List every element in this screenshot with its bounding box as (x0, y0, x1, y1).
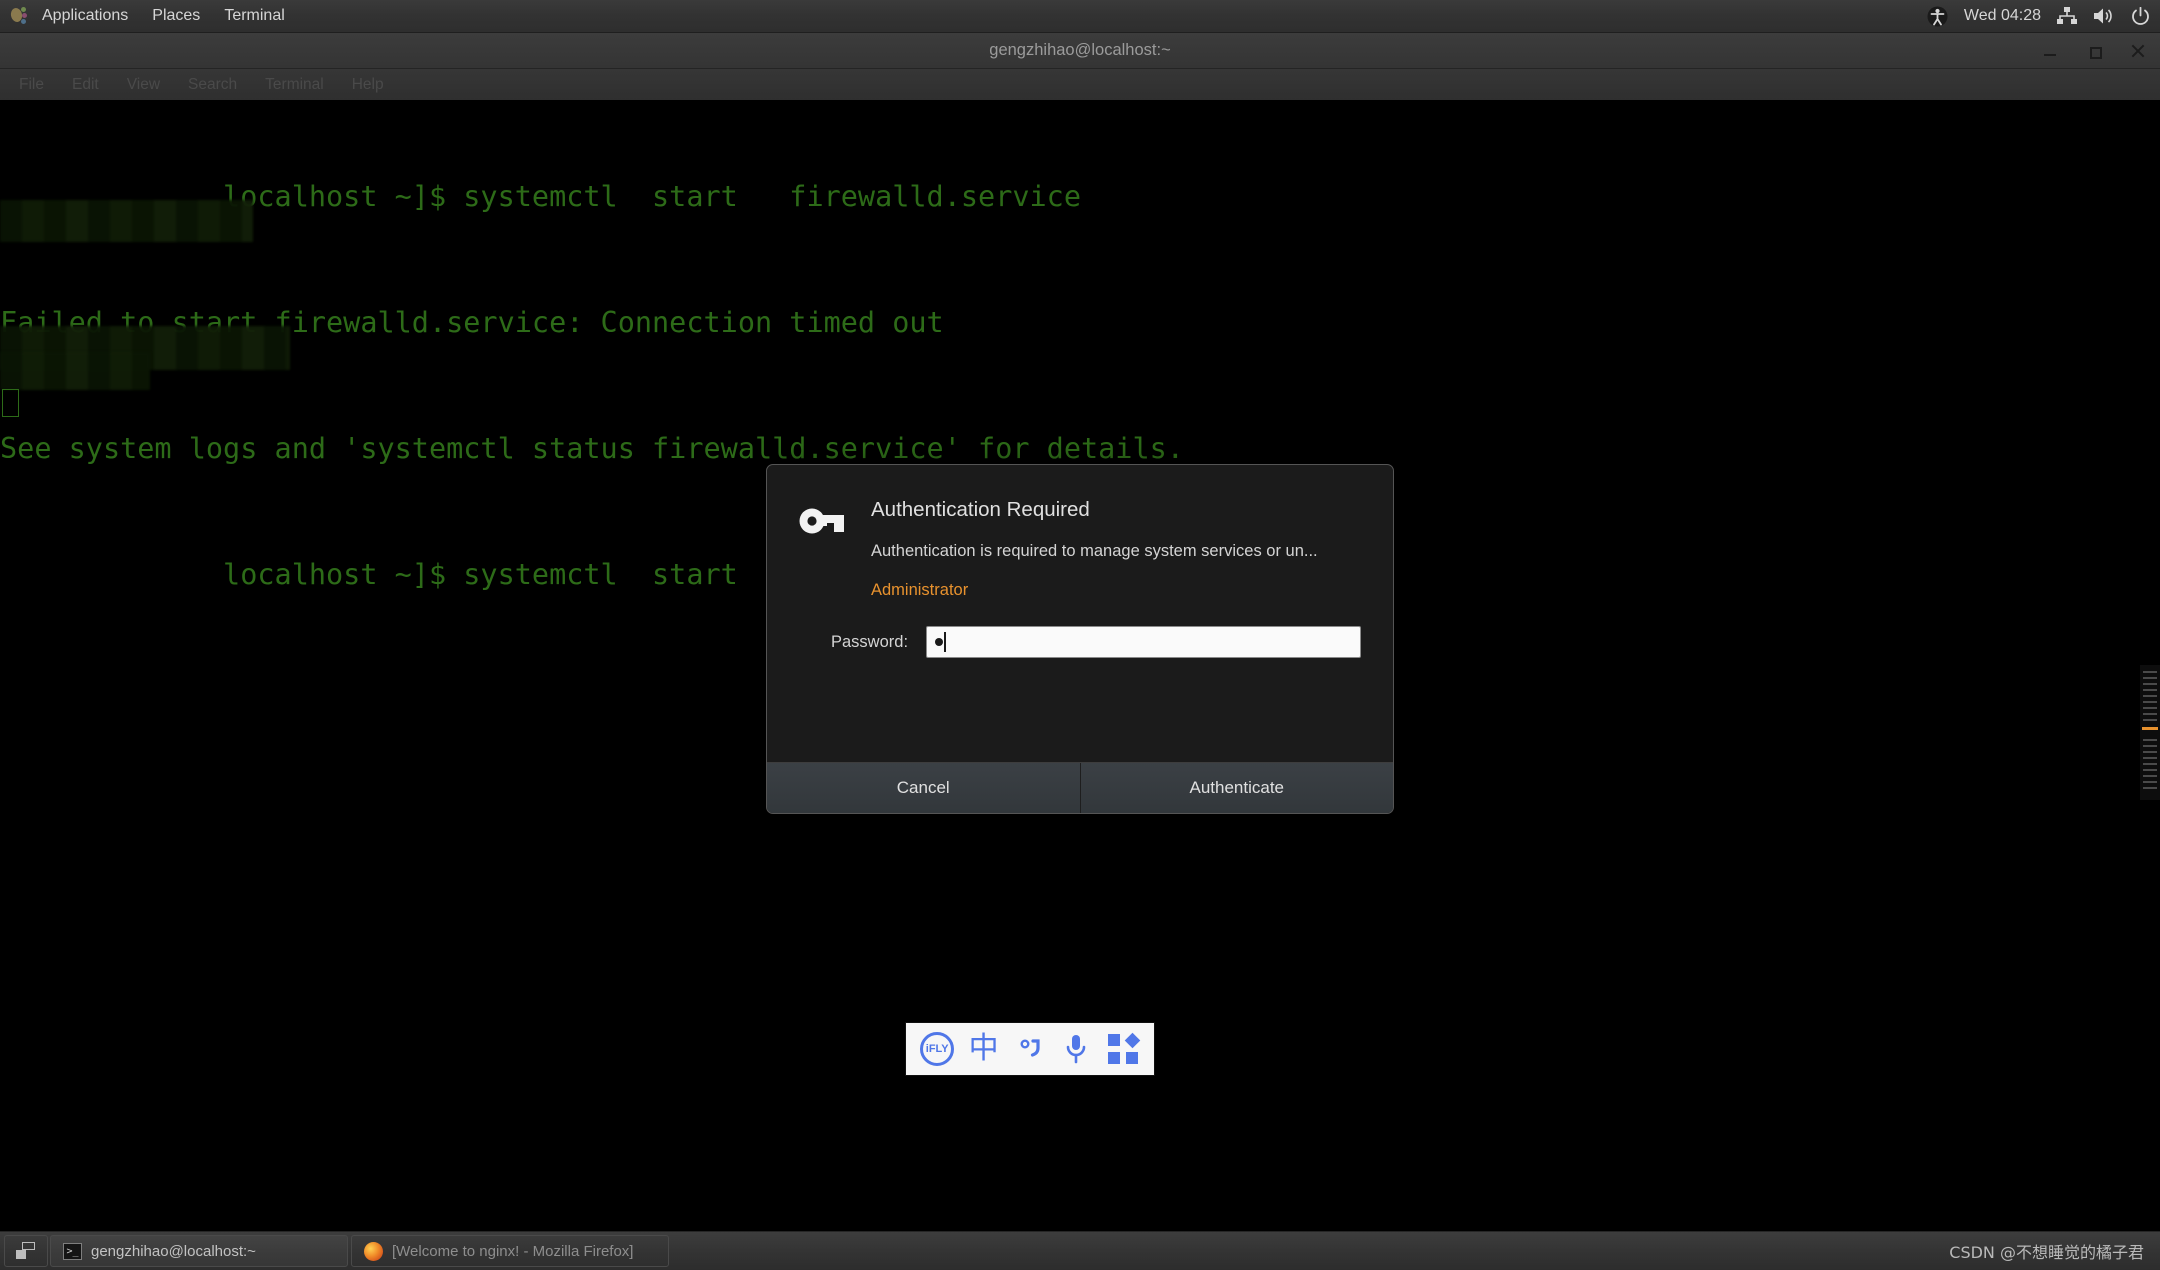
top-panel: Applications Places Terminal Wed 04:28 (0, 0, 2160, 33)
terminal-icon: >_ (63, 1242, 82, 1260)
terminal-titlebar[interactable]: gengzhihao@localhost:~ (0, 33, 2160, 69)
dialog-content: Authentication Required Authentication i… (767, 465, 1393, 748)
close-button[interactable] (2130, 43, 2146, 59)
volume-icon[interactable] (2093, 7, 2115, 25)
taskbar: >_ gengzhihao@localhost:~ [Welcome to ng… (0, 1231, 2160, 1270)
authentication-dialog: Authentication Required Authentication i… (766, 464, 1394, 814)
menu-places[interactable]: Places (140, 0, 212, 32)
taskbar-item-label: [Welcome to nginx! - Mozilla Firefox] (392, 1242, 634, 1260)
text-caret (944, 632, 946, 652)
desktop-screen: Applications Places Terminal Wed 04:28 g… (0, 0, 2160, 1270)
firefox-icon (364, 1241, 383, 1261)
redacted-username-block (0, 200, 253, 242)
gnome-foot-icon (8, 5, 28, 27)
power-icon[interactable] (2131, 6, 2150, 26)
menu-search[interactable]: Search (174, 76, 251, 94)
redacted-username-block (0, 352, 150, 390)
menu-help[interactable]: Help (338, 76, 398, 94)
taskbar-item-firefox[interactable]: [Welcome to nginx! - Mozilla Firefox] (351, 1235, 669, 1267)
key-icon (799, 503, 845, 539)
menu-view[interactable]: View (113, 76, 174, 94)
watermark: CSDN @不想睡觉的橘子君 (1949, 1243, 2144, 1262)
menu-terminal[interactable]: Terminal (212, 0, 296, 32)
dialog-user-identity: Administrator (871, 581, 969, 599)
dialog-actions: Cancel Authenticate (767, 762, 1393, 813)
ime-apps-grid-icon[interactable] (1103, 1029, 1143, 1069)
dialog-description: Authentication is required to manage sys… (871, 542, 1318, 560)
ime-language-toggle[interactable]: 中 (964, 1029, 1004, 1069)
cancel-button[interactable]: Cancel (767, 763, 1081, 813)
workspace-switcher-icon[interactable] (4, 1235, 48, 1267)
terminal-title: gengzhihao@localhost:~ (989, 41, 1171, 59)
menu-applications[interactable]: Applications (30, 0, 140, 32)
terminal-scrollbar[interactable] (2140, 665, 2160, 800)
terminal-cursor (2, 389, 19, 417)
network-icon[interactable] (2057, 7, 2077, 25)
ifly-logo-icon[interactable]: iFLY (917, 1029, 957, 1069)
menu-edit[interactable]: Edit (58, 76, 113, 94)
password-masked-char (935, 638, 944, 646)
terminal-line: localhost ~]$ systemctl start firewalld.… (0, 180, 1081, 213)
authenticate-button[interactable]: Authenticate (1080, 763, 1393, 813)
clock[interactable]: Wed 04:28 (1964, 7, 2041, 25)
ime-punctuation-toggle[interactable] (1010, 1029, 1050, 1069)
ime-language-label: 中 (968, 1031, 999, 1066)
ifly-logo-text: iFLY (920, 1032, 955, 1066)
maximize-button[interactable] (2086, 43, 2102, 59)
ime-voice-input-icon[interactable] (1056, 1029, 1096, 1069)
dialog-title: Authentication Required (871, 498, 1090, 521)
terminal-line: Failed to start firewalld.service: Conne… (0, 306, 944, 339)
minimize-button[interactable] (2042, 43, 2058, 59)
password-row: Password: (831, 626, 1361, 658)
taskbar-item-terminal[interactable]: >_ gengzhihao@localhost:~ (50, 1235, 348, 1267)
menu-file[interactable]: File (5, 76, 58, 94)
password-input[interactable] (926, 626, 1361, 658)
ime-toolbar: iFLY 中 (905, 1022, 1155, 1076)
taskbar-item-label: gengzhihao@localhost:~ (91, 1242, 256, 1260)
password-label: Password: (831, 632, 909, 651)
terminal-menubar: File Edit View Search Terminal Help (0, 69, 2160, 100)
menu-terminal-submenu[interactable]: Terminal (251, 76, 338, 94)
accessibility-icon[interactable] (1927, 6, 1948, 27)
